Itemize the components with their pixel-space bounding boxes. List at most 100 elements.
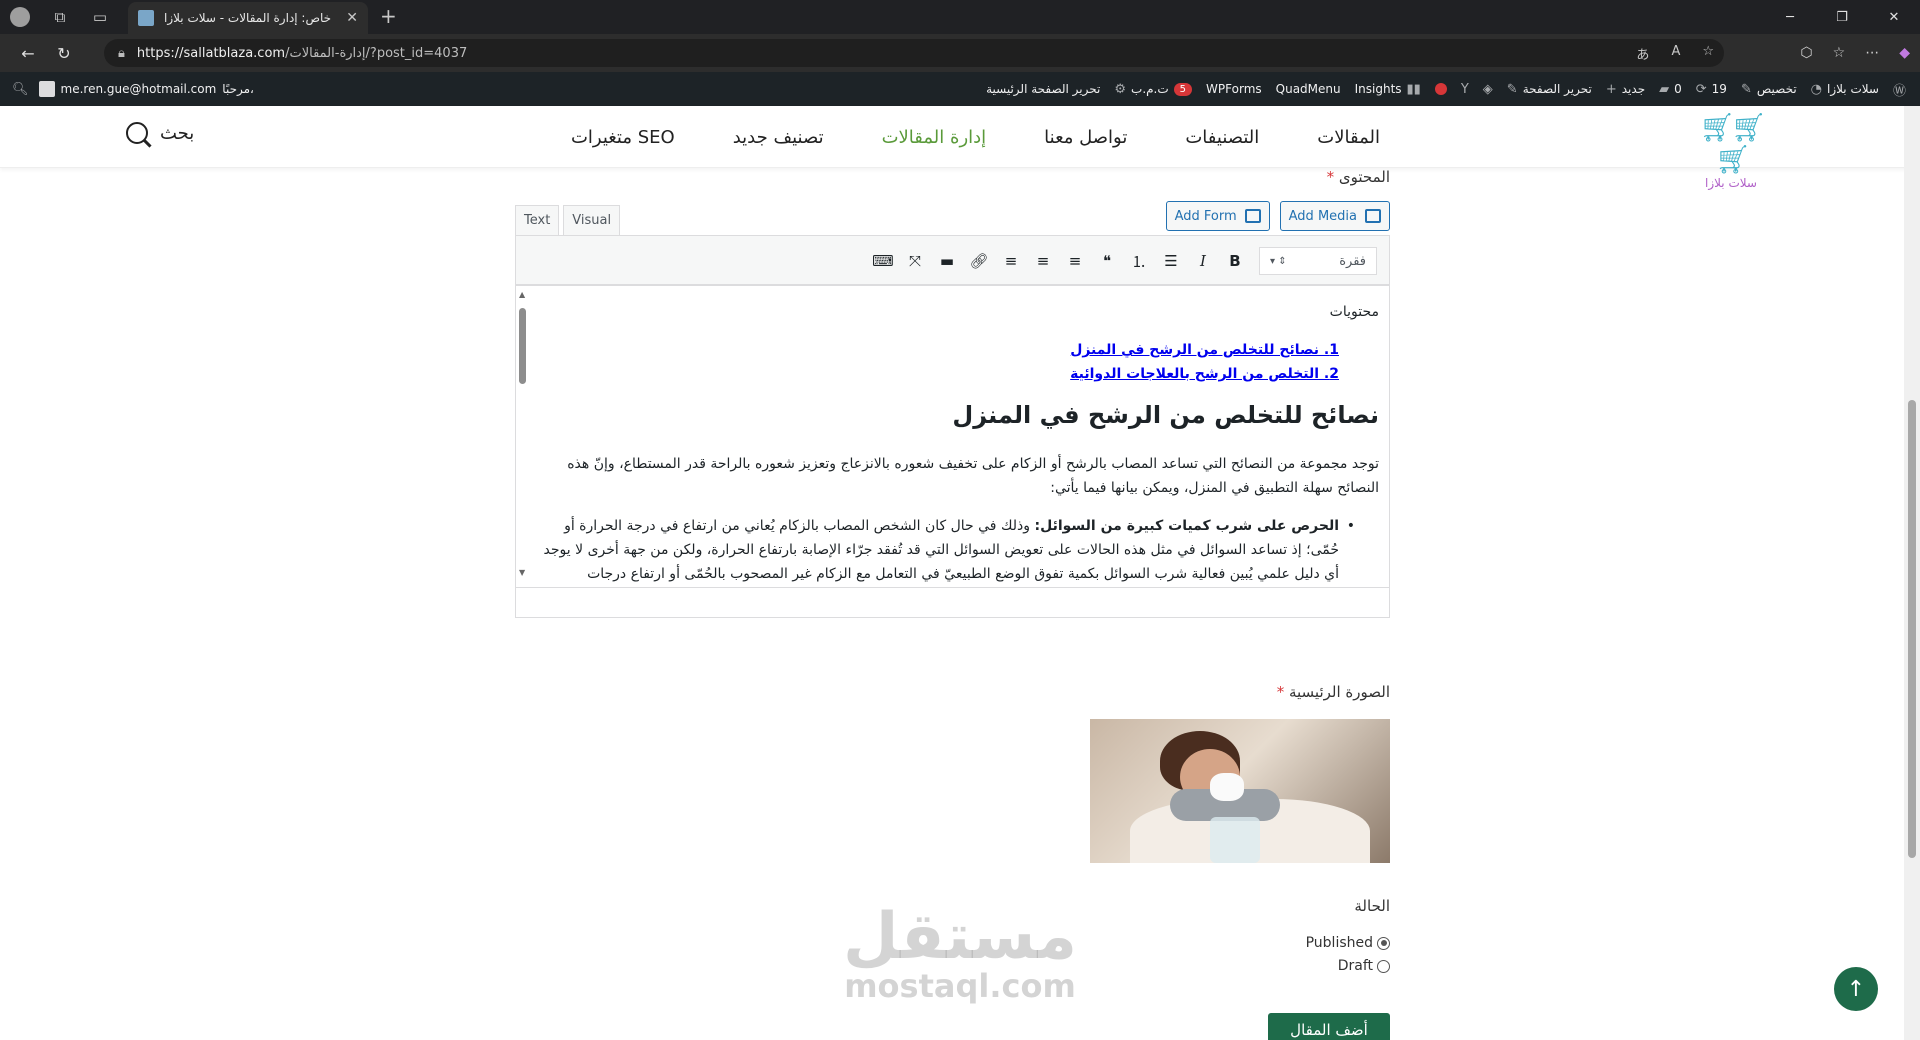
extensions-icon[interactable]: ⬡ xyxy=(1800,45,1812,61)
page-scrollbar[interactable] xyxy=(1904,106,1920,1040)
list-item: 1. نصائح للتخلص من الرشح في المنزل xyxy=(539,338,1339,362)
tab-visual[interactable]: Visual xyxy=(563,205,621,235)
featured-image[interactable] xyxy=(1090,719,1390,863)
address-bar[interactable]: 🔒︎ https://sallatblaza.com /إدارة-المقال… xyxy=(104,39,1724,67)
cart-icon: 🛒︎🛒︎🛒︎ xyxy=(1699,111,1766,176)
wp-admin-bar: Ⓦ ◔ سلات بلازا ✎ تخصيص ⟳ 19 ▰ 0 + جديد ✎ تحرير… xyxy=(0,72,1920,106)
blockquote-icon[interactable]: ❝ xyxy=(1095,248,1119,274)
user-email: me.ren.gue@hotmail.com xyxy=(60,82,217,96)
admin-edit-home[interactable]: تحرير الصفحة الرئيسية xyxy=(986,82,1100,96)
add-media-button[interactable]: Add Media xyxy=(1279,201,1390,231)
align-left-icon[interactable]: ≡ xyxy=(1063,248,1087,274)
bold-icon[interactable]: B xyxy=(1223,248,1247,274)
toc-link[interactable]: 1. نصائح للتخلص من الرشح في المنزل xyxy=(1070,342,1339,358)
add-article-button[interactable]: أضف المقال xyxy=(1268,1013,1390,1040)
editor-statusbar xyxy=(516,587,1389,617)
seo-label: ت.م.ب xyxy=(1131,82,1169,96)
greeting-label: مرحبًا، xyxy=(222,82,254,96)
nav-seo-variables[interactable]: متغيرات SEO xyxy=(571,127,675,148)
keyboard-icon[interactable]: ⌨ xyxy=(871,248,895,274)
admin-quadmenu[interactable]: QuadMenu xyxy=(1276,82,1341,96)
featured-image-label-text: الصورة الرئيسية xyxy=(1288,683,1390,701)
read-aloud-icon[interactable]: A xyxy=(1671,44,1680,63)
status-published-radio[interactable]: Published xyxy=(1306,935,1390,951)
nav-manage-articles[interactable]: إدارة المقالات xyxy=(882,127,987,148)
lock-icon[interactable]: 🔒︎ xyxy=(118,46,125,61)
updates-count: 19 xyxy=(1711,82,1727,96)
list-item: 2. التخلص من الرشح بالعلاجات الدوائية xyxy=(539,362,1339,386)
scroll-to-top-icon[interactable]: ↑ xyxy=(1834,967,1878,1011)
editor-content[interactable]: ▲ ▼ محتويات 1. نصائح للتخلص من الرشح في … xyxy=(515,285,1390,618)
admin-new[interactable]: + جديد xyxy=(1606,82,1645,97)
restore-icon[interactable]: ❐ xyxy=(1816,0,1868,34)
browser-tab[interactable]: خاص: إدارة المقالات - سلات بلازا ✕ xyxy=(128,2,368,34)
nav-new-category[interactable]: تصنيف جديد xyxy=(733,127,824,148)
admin-comments[interactable]: ▰ 0 xyxy=(1659,82,1682,97)
scroll-up-icon[interactable]: ▲ xyxy=(519,290,525,299)
edit-home-label: تحرير الصفحة الرئيسية xyxy=(986,82,1101,96)
yoast-icon[interactable]: Y xyxy=(1461,82,1469,97)
wordpress-icon[interactable]: Ⓦ xyxy=(1893,80,1906,99)
editor-scrollbar[interactable]: ▲ ▼ xyxy=(516,286,530,617)
admin-edit-page[interactable]: ✎ تحرير الصفحة xyxy=(1507,82,1592,97)
minimize-icon[interactable]: ─ xyxy=(1764,0,1816,34)
translate-icon[interactable]: あ xyxy=(1636,44,1649,63)
new-tab-icon[interactable]: + xyxy=(380,4,397,28)
close-tab-icon[interactable]: ✕ xyxy=(346,10,358,26)
back-icon[interactable]: ← xyxy=(10,34,46,72)
admin-insights[interactable]: Insights ▮▮ xyxy=(1355,82,1421,97)
admin-updates[interactable]: ⟳ 19 xyxy=(1696,82,1727,97)
article-paragraph: توجد مجموعة من النصائح التي تساعد المصاب… xyxy=(567,456,1379,496)
admin-site-name[interactable]: ◔ سلات بلازا xyxy=(1811,82,1879,97)
italic-icon[interactable]: I xyxy=(1191,248,1215,274)
nav-categories[interactable]: التصنيفات xyxy=(1185,127,1259,148)
watermark-arabic: مستقل xyxy=(842,900,1078,974)
status-dot[interactable] xyxy=(1434,83,1447,95)
nav-contact[interactable]: تواصل معنا xyxy=(1044,127,1127,148)
search-icon[interactable]: 🔍︎ xyxy=(12,82,29,97)
read-more-icon[interactable]: ▬ xyxy=(935,248,959,274)
tab-text[interactable]: Text xyxy=(515,205,560,235)
new-label: جديد xyxy=(1621,82,1646,96)
tab-actions-icon[interactable]: ▭ xyxy=(80,0,120,34)
more-icon[interactable]: ⋯ xyxy=(1865,45,1879,61)
admin-seo[interactable]: ⚙ ت.م.ب 5 xyxy=(1114,82,1193,97)
elementor-icon[interactable]: ◈ xyxy=(1483,82,1493,97)
workspaces-icon[interactable]: ⧉ xyxy=(40,0,80,34)
wpforms-label: WPForms xyxy=(1206,82,1262,96)
nav-articles[interactable]: المقالات xyxy=(1317,127,1380,148)
numbered-list-icon[interactable]: ⒈ xyxy=(1127,248,1151,274)
toc-list: 1. نصائح للتخلص من الرشح في المنزل 2. ال… xyxy=(539,338,1379,386)
media-icon xyxy=(1365,209,1381,223)
favorites-icon[interactable]: ☆ xyxy=(1833,45,1846,61)
url-path: /إدارة-المقالات/?post_id=4037 xyxy=(285,45,468,61)
align-right-icon[interactable]: ≡ xyxy=(999,248,1023,274)
copilot-icon[interactable]: ◆ xyxy=(1899,45,1910,61)
status-label: الحالة xyxy=(1354,897,1390,915)
status-draft-radio[interactable]: Draft xyxy=(1338,958,1390,974)
format-select-value: فقرة xyxy=(1339,253,1366,269)
fullscreen-icon[interactable]: ⤧ xyxy=(903,248,927,274)
comment-icon: ▰ xyxy=(1659,81,1670,97)
radio-checked-icon xyxy=(1377,936,1390,950)
profile-icon[interactable] xyxy=(0,0,40,34)
admin-customize[interactable]: ✎ تخصيص xyxy=(1741,82,1797,97)
scroll-down-icon[interactable]: ▼ xyxy=(519,568,525,577)
admin-wpforms[interactable]: WPForms xyxy=(1206,82,1262,96)
bullet-list-icon[interactable]: ☰ xyxy=(1159,248,1183,274)
refresh-icon[interactable]: ↻ xyxy=(46,34,82,72)
site-search[interactable]: بحث xyxy=(126,122,194,144)
article-heading: نصائح للتخلص من الرشح في المنزل xyxy=(952,401,1379,429)
toc-link[interactable]: 2. التخلص من الرشح بالعلاجات الدوائية xyxy=(1070,366,1339,382)
favorite-icon[interactable]: ☆ xyxy=(1702,44,1714,63)
quadmenu-label: QuadMenu xyxy=(1275,82,1341,96)
align-center-icon[interactable]: ≡ xyxy=(1031,248,1055,274)
updates-icon: ⟳ xyxy=(1695,81,1707,97)
add-form-button[interactable]: Add Form xyxy=(1165,201,1270,231)
close-window-icon[interactable]: ✕ xyxy=(1868,0,1920,34)
link-icon[interactable]: 🔗︎ xyxy=(967,248,991,274)
format-select[interactable]: فقرة ⇕ ▾ xyxy=(1259,247,1377,275)
admin-account[interactable]: me.ren.gue@hotmail.com مرحبًا، xyxy=(38,81,254,97)
seo-badge: 5 xyxy=(1173,82,1193,96)
site-logo[interactable]: 🛒︎🛒︎🛒︎ سلات بلازا xyxy=(1688,112,1774,191)
